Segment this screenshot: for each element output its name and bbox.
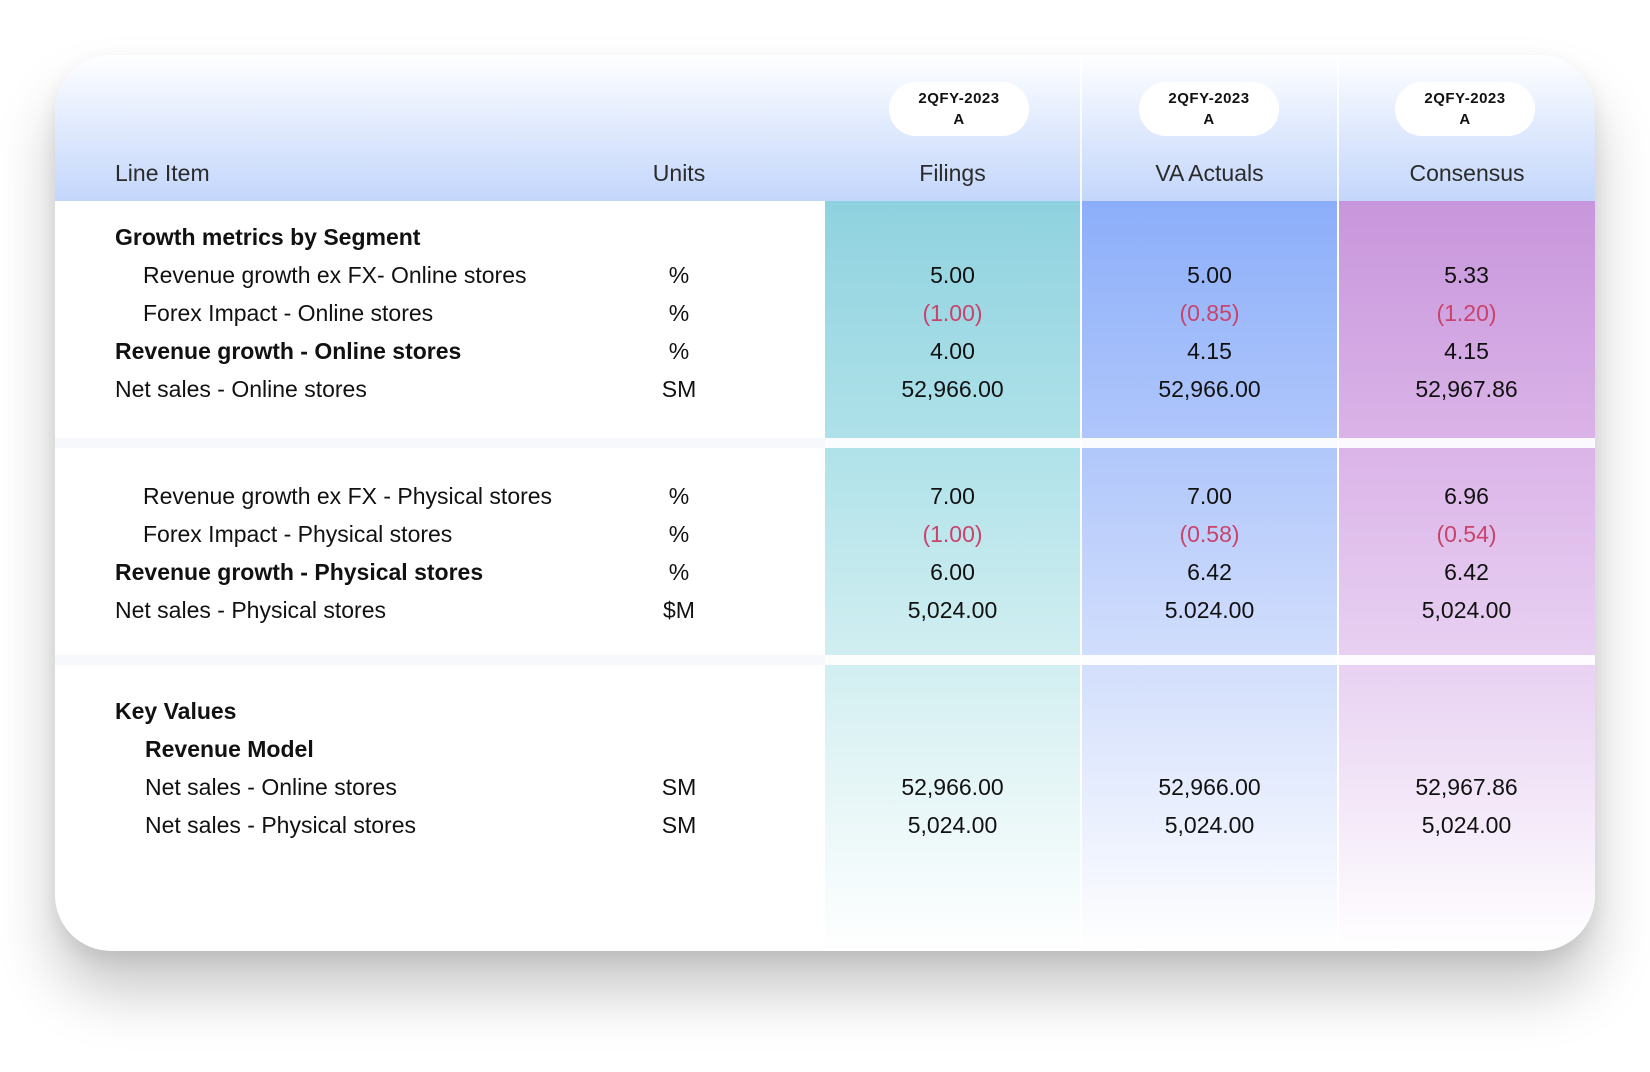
row-label: Net sales - Physical stores xyxy=(115,597,386,623)
period-pill-consensus[interactable]: 2QFY-2023 A xyxy=(1395,82,1535,136)
actuals-value: 7.00 xyxy=(1187,483,1232,509)
section-divider xyxy=(825,438,1595,448)
column-header-consensus[interactable]: Consensus xyxy=(1339,160,1595,187)
column-header-filings[interactable]: Filings xyxy=(825,160,1080,187)
row-label: Net sales - Online stores xyxy=(115,376,367,402)
column-header-actuals[interactable]: VA Actuals xyxy=(1082,160,1337,187)
period-pill-actuals[interactable]: 2QFY-2023 A xyxy=(1139,82,1279,136)
actuals-value: 5.00 xyxy=(1187,262,1232,288)
row-label: Revenue growth - Physical stores xyxy=(115,559,484,585)
row-unit: % xyxy=(668,483,690,509)
consensus-value: 52,967.86 xyxy=(1415,376,1518,402)
filings-value: 4.00 xyxy=(930,338,975,364)
row-unit: SM xyxy=(661,774,697,800)
actuals-value: (0.58) xyxy=(1179,521,1240,547)
actuals-value: 5,024.00 xyxy=(1164,812,1255,838)
consensus-value: 6.96 xyxy=(1444,483,1489,509)
section-divider xyxy=(55,438,825,448)
consensus-value: 5.33 xyxy=(1444,262,1489,288)
filings-value: 52,966.00 xyxy=(901,774,1004,800)
section-divider xyxy=(825,655,1595,665)
row-unit: % xyxy=(668,338,690,364)
actuals-value: 52,966.00 xyxy=(1158,376,1261,402)
consensus-value: 52,967.86 xyxy=(1415,774,1518,800)
filings-value: 52,966.00 xyxy=(901,376,1004,402)
filings-value: 5,024.00 xyxy=(907,597,998,623)
consensus-value: 5,024.00 xyxy=(1421,812,1512,838)
consensus-value: (1.20) xyxy=(1436,300,1497,326)
row-unit: SM xyxy=(661,812,697,838)
actuals-value: 5.024.00 xyxy=(1164,597,1255,623)
row-label: Revenue growth ex FX - Physical stores xyxy=(143,483,553,509)
filings-value: (1.00) xyxy=(922,300,983,326)
actuals-value: 52,966.00 xyxy=(1158,774,1261,800)
consensus-value: 5,024.00 xyxy=(1421,597,1512,623)
row-label: Forex Impact - Online stores xyxy=(143,300,434,326)
row-unit: $M xyxy=(663,597,695,623)
column-header-units[interactable]: Units xyxy=(639,160,719,187)
period-pill-filings[interactable]: 2QFY-2023 A xyxy=(889,82,1029,136)
filings-value: 5.00 xyxy=(930,262,975,288)
section-subtitle: Revenue Model xyxy=(145,736,314,762)
row-unit: % xyxy=(668,300,690,326)
row-label: Net sales - Physical stores xyxy=(145,812,416,838)
actuals-value: 6.42 xyxy=(1187,559,1232,585)
row-unit: % xyxy=(668,521,690,547)
filings-value: 5,024.00 xyxy=(907,812,998,838)
section-title: Key Values xyxy=(115,698,237,724)
filings-value: (1.00) xyxy=(922,521,983,547)
row-unit: SM xyxy=(661,376,697,402)
row-label: Net sales - Online stores xyxy=(145,774,397,800)
filings-value: 6.00 xyxy=(930,559,975,585)
consensus-value: (0.54) xyxy=(1436,521,1497,547)
actuals-value: 4.15 xyxy=(1187,338,1232,364)
row-label: Forex Impact - Physical stores xyxy=(143,521,453,547)
consensus-value: 4.15 xyxy=(1444,338,1489,364)
row-label: Revenue growth - Online stores xyxy=(115,338,462,364)
comparison-table-card: Line Item Units 2QFY-2023 A 2QFY-2023 A … xyxy=(55,55,1595,951)
actuals-value: (0.85) xyxy=(1179,300,1240,326)
consensus-value: 6.42 xyxy=(1444,559,1489,585)
row-label: Revenue growth ex FX- Online stores xyxy=(143,262,527,288)
column-header-line-item[interactable]: Line Item xyxy=(115,160,210,187)
row-unit: % xyxy=(668,559,690,585)
filings-value: 7.00 xyxy=(930,483,975,509)
section-divider xyxy=(55,655,825,665)
section-title: Growth metrics by Segment xyxy=(115,224,421,250)
row-unit: % xyxy=(668,262,690,288)
